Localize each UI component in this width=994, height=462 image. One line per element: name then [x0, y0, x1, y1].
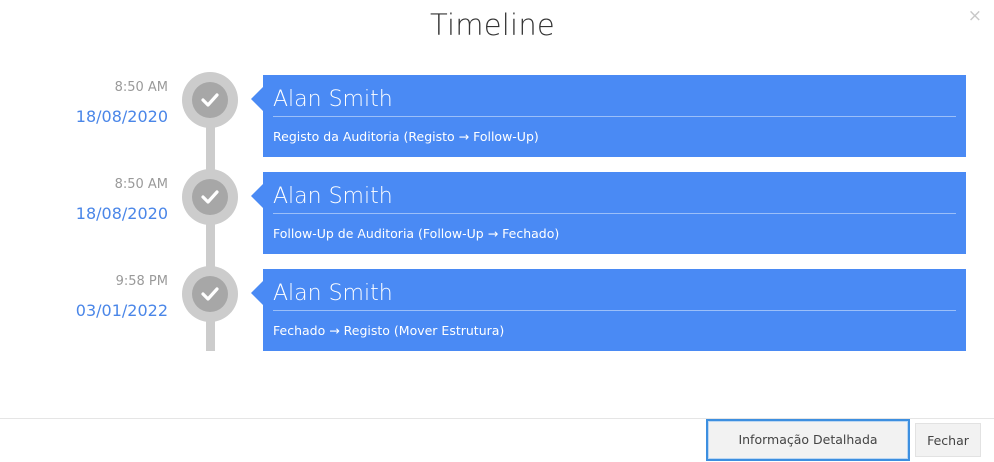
timeline-node: [182, 266, 238, 322]
timeline-entry: 9:58 PM 03/01/2022 Alan Smith Fechado → …: [0, 266, 994, 351]
timeline-node: [182, 169, 238, 225]
entry-user: Alan Smith: [273, 184, 393, 209]
entry-time: 8:50 AM: [114, 177, 168, 192]
timeline-entry: 8:50 AM 18/08/2020 Alan Smith Follow-Up …: [0, 169, 994, 254]
modal-title: Timeline: [430, 8, 555, 42]
check-icon: [201, 93, 219, 107]
card-divider: [273, 213, 956, 214]
entry-description: Fechado → Registo (Mover Estrutura): [273, 323, 505, 338]
card-pointer: [251, 281, 263, 305]
timeline-card: Alan Smith Registo da Auditoria (Registo…: [263, 75, 966, 157]
entry-description: Follow-Up de Auditoria (Follow-Up → Fech…: [273, 226, 560, 241]
entry-user: Alan Smith: [273, 281, 393, 306]
entry-date: 03/01/2022: [75, 301, 168, 320]
detailed-info-button[interactable]: Informação Detalhada: [706, 419, 910, 461]
check-icon: [201, 190, 219, 204]
close-button[interactable]: Fechar: [915, 423, 981, 457]
timeline-node: [182, 72, 238, 128]
card-divider: [273, 116, 956, 117]
entry-time: 8:50 AM: [114, 80, 168, 95]
timeline-entry: 8:50 AM 18/08/2020 Alan Smith Registo da…: [0, 72, 994, 157]
card-divider: [273, 310, 956, 311]
check-icon: [201, 287, 219, 301]
entry-date: 18/08/2020: [75, 107, 168, 126]
entry-description: Registo da Auditoria (Registo → Follow-U…: [273, 129, 539, 144]
close-icon[interactable]: ×: [968, 6, 982, 26]
card-pointer: [251, 184, 263, 208]
timeline-card: Alan Smith Follow-Up de Auditoria (Follo…: [263, 172, 966, 254]
card-pointer: [251, 87, 263, 111]
timeline-card: Alan Smith Fechado → Registo (Mover Estr…: [263, 269, 966, 351]
entry-user: Alan Smith: [273, 87, 393, 112]
entry-time: 9:58 PM: [115, 274, 168, 289]
entry-date: 18/08/2020: [75, 204, 168, 223]
